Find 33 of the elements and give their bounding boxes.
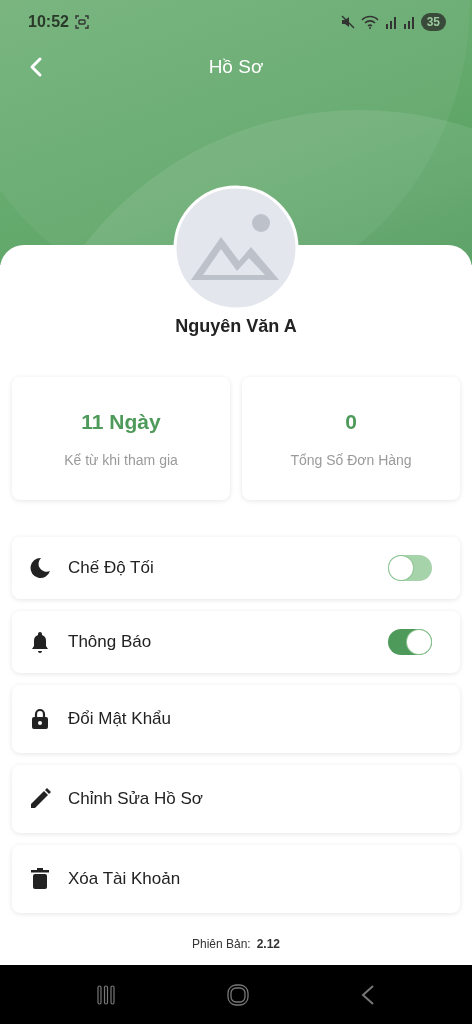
signal-icon: [402, 15, 415, 29]
home-icon[interactable]: [226, 982, 250, 1007]
recent-apps-icon[interactable]: [94, 983, 117, 1006]
version-number: 2.12: [256, 937, 281, 951]
settings-row[interactable]: Thông Báo: [12, 611, 460, 673]
page-title: Hồ Sơ: [207, 56, 265, 78]
pencil-icon: [28, 787, 52, 811]
moon-icon: [28, 556, 52, 580]
stat-value: 0: [345, 409, 357, 434]
settings-row[interactable]: Xóa Tài Khoản: [12, 845, 460, 913]
settings-row[interactable]: Chế Độ Tối: [12, 537, 460, 599]
signal-icon: [384, 15, 397, 29]
battery-indicator: 35: [420, 13, 446, 31]
mute-icon: [340, 15, 355, 29]
row-label: Chế Độ Tối: [68, 558, 155, 578]
wifi-icon: [360, 15, 379, 29]
status-time: 10:52: [28, 13, 69, 31]
user-name: Nguyên Văn A: [175, 316, 297, 337]
back-icon[interactable]: [28, 56, 44, 78]
settings-row[interactable]: Chỉnh Sửa Hồ Sơ: [12, 765, 460, 833]
version-label: Phiên Bản:: [191, 937, 251, 951]
row-label: Xóa Tài Khoản: [68, 869, 182, 889]
toggle-switch[interactable]: [388, 555, 432, 581]
row-label: Thông Báo: [68, 632, 153, 652]
screenshot-icon: [74, 15, 89, 29]
row-label: Đổi Mật Khẩu: [68, 709, 172, 729]
trash-icon: [28, 867, 52, 891]
row-label: Chỉnh Sửa Hồ Sơ: [68, 789, 204, 809]
stat-label: Tổng Số Đơn Hàng: [290, 451, 412, 468]
settings-row[interactable]: Đổi Mật Khẩu: [12, 685, 460, 753]
stat-label: Kể từ khi tham gia: [64, 451, 178, 468]
toggle-switch[interactable]: [388, 629, 432, 655]
stat-value: 11 Ngày: [81, 409, 161, 434]
